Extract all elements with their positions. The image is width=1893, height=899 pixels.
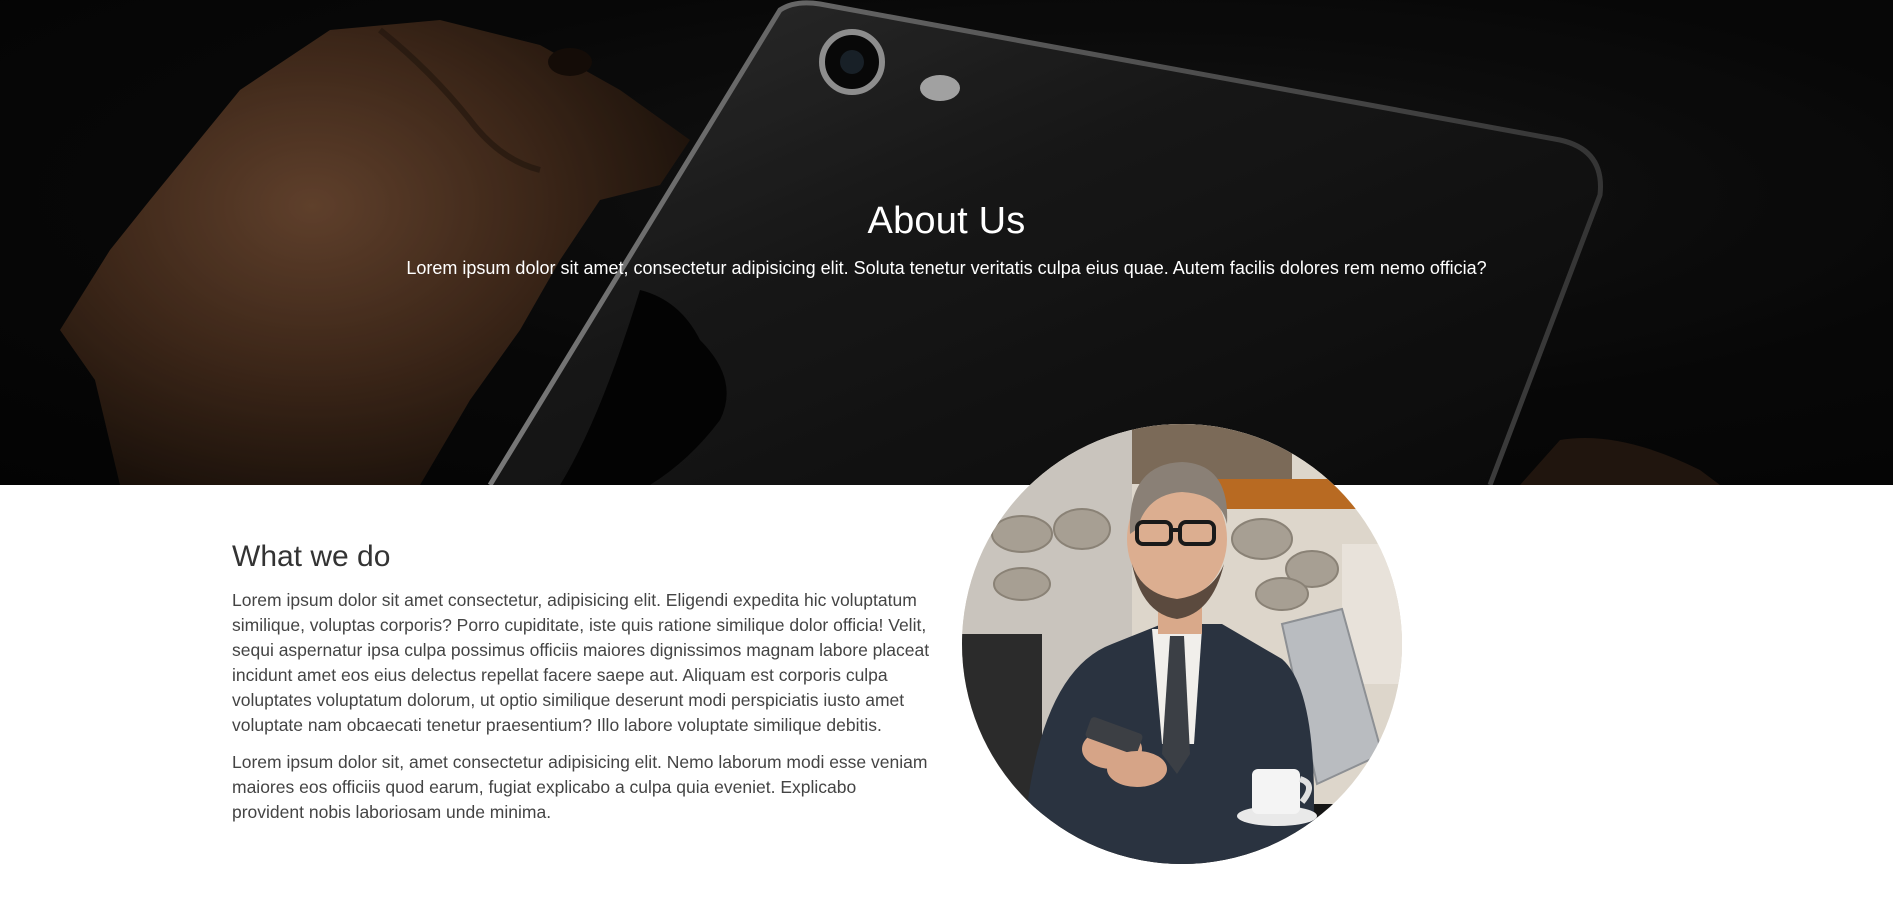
hero-banner: About Us Lorem ipsum dolor sit amet, con… [0,0,1893,485]
section-heading: What we do [232,540,391,573]
about-section: What we do Lorem ipsum dolor sit amet co… [232,540,932,837]
hero-subtitle: Lorem ipsum dolor sit amet, consectetur … [406,258,1487,278]
page-title: About Us [867,200,1026,242]
about-paragraph-2: Lorem ipsum dolor sit, amet consectetur … [232,752,928,822]
about-paragraph-1: Lorem ipsum dolor sit amet consectetur, … [232,590,930,735]
team-portrait-image [962,424,1402,864]
